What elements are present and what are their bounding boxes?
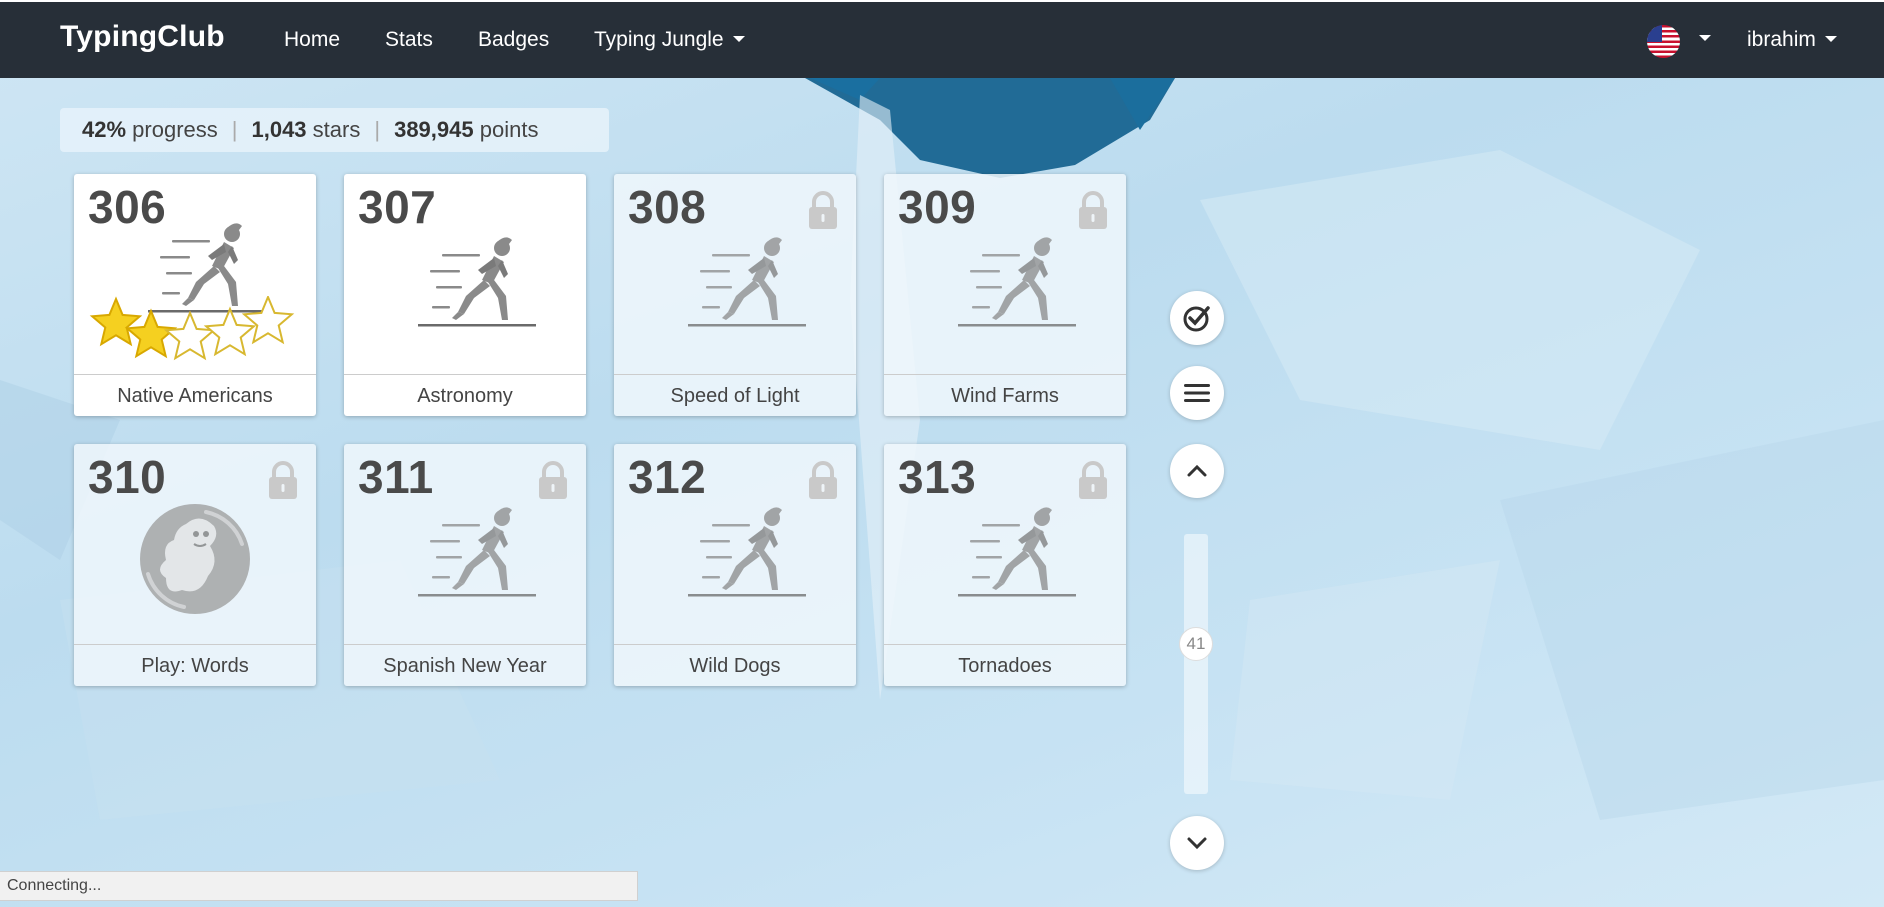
runner-icon xyxy=(418,507,536,597)
check-circle-icon xyxy=(1183,306,1210,332)
runner-icon xyxy=(958,507,1076,597)
nav-typing-jungle-label: Typing Jungle xyxy=(594,28,724,51)
lesson-card-308[interactable]: 308 Speed of Light xyxy=(614,174,856,416)
chevron-up-icon xyxy=(1187,464,1207,477)
runner-icon xyxy=(688,507,806,597)
brand-logo[interactable]: TypingClub xyxy=(60,20,225,54)
nav-badges[interactable]: Badges xyxy=(478,28,549,52)
language-chevron-down-icon[interactable] xyxy=(1699,35,1711,41)
top-navbar: TypingClub Home Stats Badges Typing Jung… xyxy=(0,0,1884,78)
lock-icon xyxy=(1079,191,1107,229)
lock-icon xyxy=(539,461,567,499)
lesson-card-311[interactable]: 311 Spanish New Year xyxy=(344,444,586,686)
lesson-title: Spanish New Year xyxy=(344,644,586,686)
divider: | xyxy=(231,117,238,142)
us-flag-icon[interactable] xyxy=(1647,25,1680,58)
stars-label: stars xyxy=(312,117,361,142)
lesson-title: Astronomy xyxy=(344,374,586,416)
lesson-stars xyxy=(89,296,295,361)
star-empty-icon xyxy=(163,310,217,361)
nav-typing-jungle[interactable]: Typing Jungle xyxy=(594,28,745,52)
lesson-number: 313 xyxy=(898,451,977,503)
lesson-card-313[interactable]: 313 Tornadoes xyxy=(884,444,1126,686)
lesson-title: Play: Words xyxy=(74,644,316,686)
lesson-number: 309 xyxy=(898,181,977,233)
scroll-down-button[interactable] xyxy=(1170,816,1224,870)
lock-icon xyxy=(269,461,297,499)
lesson-title: Native Americans xyxy=(74,374,316,416)
scrollbar-thumb[interactable]: 41 xyxy=(1179,627,1213,661)
lesson-card-307[interactable]: 307 Astronomy xyxy=(344,174,586,416)
scroll-up-button[interactable] xyxy=(1170,444,1224,498)
menu-button[interactable] xyxy=(1170,366,1224,420)
check-progress-button[interactable] xyxy=(1170,291,1224,345)
lesson-card-306[interactable]: 306 Native Americans xyxy=(74,174,316,416)
lock-icon xyxy=(809,191,837,229)
user-menu[interactable]: ibrahim xyxy=(1747,28,1837,52)
divider: | xyxy=(374,117,381,142)
lesson-card-312[interactable]: 312 Wild Dogs xyxy=(614,444,856,686)
lock-icon xyxy=(1079,461,1107,499)
chevron-down-icon xyxy=(1824,35,1837,42)
lesson-title: Tornadoes xyxy=(884,644,1126,686)
lesson-number: 310 xyxy=(88,451,167,503)
browser-status-bar: Connecting... xyxy=(0,871,638,901)
runner-icon xyxy=(418,237,536,327)
lesson-card-309[interactable]: 309 Wind Farms xyxy=(884,174,1126,416)
lesson-number: 308 xyxy=(628,181,707,233)
progress-percent: 42% xyxy=(82,117,127,142)
lesson-number: 312 xyxy=(628,451,707,503)
progress-label: progress xyxy=(132,117,218,142)
runner-icon xyxy=(688,237,806,327)
chevron-down-icon xyxy=(732,35,745,42)
lesson-title: Wind Farms xyxy=(884,374,1126,416)
nav-stats[interactable]: Stats xyxy=(385,28,433,52)
hamburger-icon xyxy=(1184,384,1210,402)
runner-icon xyxy=(958,237,1076,327)
lesson-scrollbar[interactable] xyxy=(1184,534,1208,794)
lesson-title: Speed of Light xyxy=(614,374,856,416)
lock-icon xyxy=(809,461,837,499)
progress-summary: 42% progress | 1,043 stars | 389,945 poi… xyxy=(60,108,609,152)
lesson-number: 307 xyxy=(358,181,437,233)
points-count: 389,945 xyxy=(394,117,474,142)
nav-home[interactable]: Home xyxy=(284,28,340,52)
points-label: points xyxy=(479,117,539,142)
lesson-number: 311 xyxy=(358,451,434,503)
game-creature-icon xyxy=(140,504,250,614)
lesson-card-310[interactable]: 310 Play: Words xyxy=(74,444,316,686)
lesson-title: Wild Dogs xyxy=(614,644,856,686)
user-name: ibrahim xyxy=(1747,28,1816,51)
star-filled-icon xyxy=(89,296,143,347)
stars-count: 1,043 xyxy=(251,117,307,142)
chevron-down-icon xyxy=(1187,837,1207,850)
star-empty-icon xyxy=(241,296,295,345)
